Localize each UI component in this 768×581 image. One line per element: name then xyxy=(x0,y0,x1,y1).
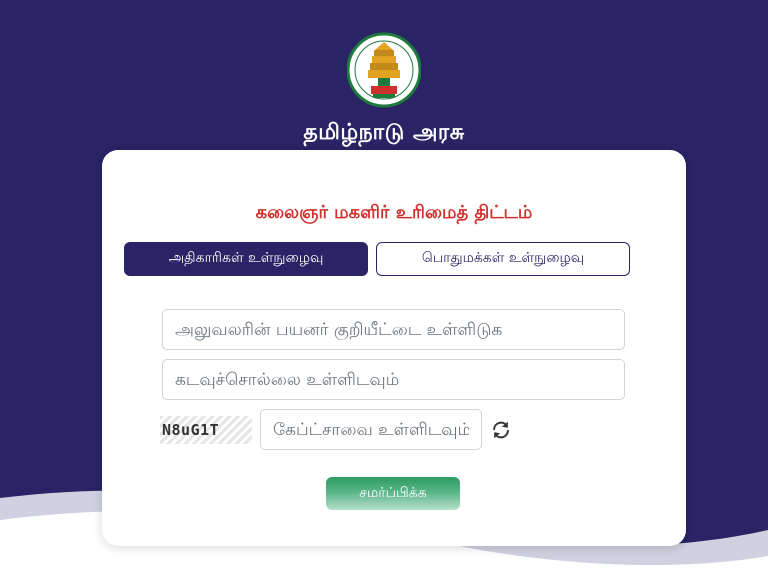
password-input[interactable] xyxy=(162,359,625,400)
header: தமிழ்நாடு அரசு xyxy=(0,30,768,148)
captcha-input[interactable] xyxy=(260,409,482,450)
tab-public-login[interactable]: பொதுமக்கள் உள்நுழைவு xyxy=(376,242,630,276)
tab-officers-login[interactable]: அதிகாரிகள் உள்நுழைவு xyxy=(124,242,368,276)
captcha-code: N8uG1T xyxy=(162,421,220,439)
login-card: கலைஞர் மகளிர் உரிமைத் திட்டம் அதிகாரிகள்… xyxy=(102,150,686,546)
user-id-input[interactable] xyxy=(162,309,625,350)
refresh-icon[interactable] xyxy=(490,419,512,441)
scheme-title: கலைஞர் மகளிர் உரிமைத் திட்டம் xyxy=(255,202,533,223)
submit-button[interactable]: சமர்ப்பிக்க xyxy=(326,477,460,510)
captcha-image: N8uG1T xyxy=(160,416,252,444)
tamilnadu-emblem-icon xyxy=(347,32,421,108)
government-title: தமிழ்நாடு அரசு xyxy=(303,120,465,145)
